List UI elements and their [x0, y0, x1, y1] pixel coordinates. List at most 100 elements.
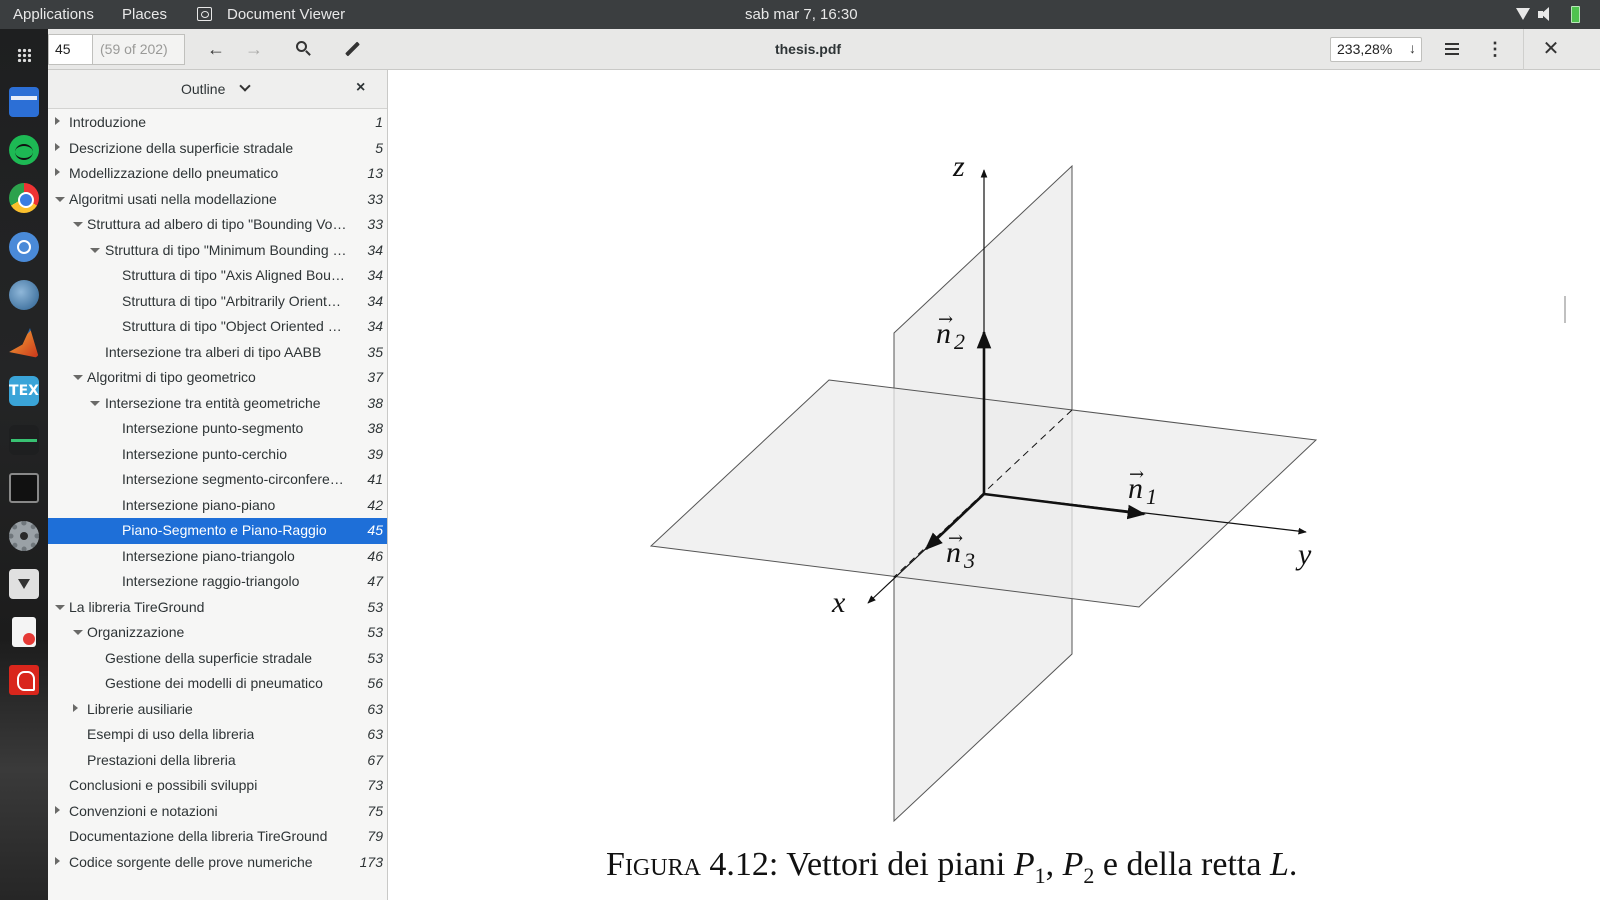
- y-axis-label: y: [1295, 538, 1312, 571]
- menu-icon[interactable]: [1440, 37, 1464, 61]
- outline-item[interactable]: Gestione dei modelli di pneumatico 56: [48, 671, 387, 697]
- outline-item[interactable]: Documentazione della libreria TireGround…: [48, 824, 387, 850]
- chrome-icon[interactable]: [9, 183, 39, 213]
- outline-item[interactable]: La libreria TireGround 53: [48, 595, 387, 621]
- sidebar-close-icon[interactable]: ×: [356, 79, 365, 97]
- outline-item[interactable]: Librerie ausiliarie 63: [48, 697, 387, 723]
- outline-item-page: 39: [367, 445, 383, 462]
- outline-item[interactable]: Intersezione tra entità geometriche 38: [48, 391, 387, 417]
- expander-collapsed-icon[interactable]: [73, 703, 78, 712]
- outline-item[interactable]: Esempi di uso della libreria 63: [48, 722, 387, 748]
- outline-item-page: 75: [367, 802, 383, 819]
- files-icon[interactable]: [9, 87, 39, 117]
- applications-menu[interactable]: Applications: [13, 6, 94, 23]
- expander-collapsed-icon[interactable]: [55, 142, 60, 151]
- spotify-icon[interactable]: [9, 135, 39, 165]
- outline-item[interactable]: Algoritmi di tipo geometrico 37: [48, 365, 387, 391]
- expander-collapsed-icon[interactable]: [55, 117, 60, 125]
- expander-expanded-icon[interactable]: [73, 375, 83, 380]
- back-icon[interactable]: ←: [204, 37, 228, 61]
- battery-icon[interactable]: [1571, 6, 1580, 23]
- outline-item[interactable]: Intersezione punto-cerchio 39: [48, 442, 387, 468]
- document-viewer-dock-icon[interactable]: [12, 617, 36, 647]
- outline-item[interactable]: Piano-Segmento e Piano-Raggio 45: [48, 518, 387, 544]
- scroll-indicator[interactable]: [1564, 296, 1566, 323]
- page-count-label: (59 of 202): [93, 34, 185, 65]
- places-menu[interactable]: Places: [122, 6, 167, 23]
- figure-3d-planes: z y x → n 2 → n 1 → n 3: [649, 150, 1318, 823]
- outline-item-page: 79: [367, 828, 383, 844]
- outline-item[interactable]: Struttura di tipo "Axis Aligned Bou… 34: [48, 263, 387, 289]
- acrobat-icon[interactable]: [9, 665, 39, 695]
- outline-item[interactable]: Intersezione piano-triangolo 46: [48, 544, 387, 570]
- outline-item-label: Piano-Segmento e Piano-Raggio: [122, 522, 327, 538]
- expander-collapsed-icon[interactable]: [55, 856, 60, 865]
- n2-base: n: [936, 317, 951, 350]
- outline-item[interactable]: Intersezione punto-segmento 38: [48, 416, 387, 442]
- volume-icon[interactable]: [1538, 7, 1554, 22]
- matlab-icon[interactable]: [9, 328, 39, 358]
- settings-icon[interactable]: [9, 521, 39, 551]
- chromium-icon[interactable]: [9, 232, 39, 262]
- outline-item-page: 173: [359, 853, 383, 870]
- outline-item[interactable]: Struttura di tipo "Arbitrarily Oriente… 3…: [48, 289, 387, 315]
- app-menu[interactable]: Document Viewer: [227, 6, 345, 23]
- outline-item[interactable]: Prestazioni della libreria 67: [48, 748, 387, 774]
- outline-item[interactable]: Algoritmi usati nella modellazione 33: [48, 187, 387, 213]
- expander-collapsed-icon[interactable]: [55, 805, 60, 814]
- outline-item[interactable]: Modellizzazione dello pneumatico 13: [48, 161, 387, 187]
- outline-item-label: Intersezione punto-segmento: [122, 420, 304, 436]
- outline-item[interactable]: Gestione della superficie stradale 53: [48, 646, 387, 672]
- more-icon[interactable]: ⋮: [1483, 37, 1507, 61]
- outline-item[interactable]: Struttura di tipo "Minimum Bounding … 34: [48, 238, 387, 264]
- outline-item[interactable]: Intersezione tra alberi di tipo AABB 35: [48, 340, 387, 366]
- outline-item[interactable]: Struttura di tipo "Object Oriented … 34: [48, 314, 387, 340]
- forward-icon[interactable]: →: [242, 37, 266, 61]
- search-icon[interactable]: [291, 37, 315, 61]
- outline-item-page: 34: [367, 292, 383, 309]
- expander-expanded-icon[interactable]: [55, 196, 65, 202]
- outline-item[interactable]: Intersezione segmento-circonfere… 41: [48, 467, 387, 493]
- annotate-icon[interactable]: [340, 37, 364, 61]
- document-title: thesis.pdf: [774, 41, 842, 57]
- caption-p1-sub: 1: [1034, 862, 1046, 888]
- texstudio-icon[interactable]: TEX: [9, 376, 39, 406]
- clock[interactable]: sab mar 7, 16:30: [745, 6, 858, 23]
- zoom-value: 233,28%: [1337, 41, 1393, 57]
- expander-expanded-icon[interactable]: [73, 630, 83, 635]
- outline-item[interactable]: Codice sorgente delle prove numeriche 173: [48, 850, 387, 876]
- outline-item-page: 38: [367, 394, 383, 411]
- z-axis-label: z: [952, 150, 965, 183]
- expander-expanded-icon[interactable]: [73, 222, 83, 227]
- chevron-down-icon[interactable]: [239, 80, 251, 92]
- expander-expanded-icon[interactable]: [90, 400, 100, 406]
- zoom-select[interactable]: 233,28% ↓: [1330, 37, 1422, 62]
- outline-item-page: 53: [367, 624, 383, 640]
- software-install-icon[interactable]: [9, 569, 39, 599]
- page-number-input[interactable]: 45: [48, 34, 93, 65]
- outline-item[interactable]: Struttura ad albero di tipo "Bounding Vo…: [48, 212, 387, 238]
- app-grid-icon[interactable]: [17, 48, 31, 62]
- outline-item-label: Gestione dei modelli di pneumatico: [105, 675, 323, 691]
- outline-item[interactable]: Convenzioni e notazioni 75: [48, 799, 387, 825]
- outline-item-label: Convenzioni e notazioni: [69, 802, 218, 819]
- outline-item[interactable]: Intersezione piano-piano 42: [48, 493, 387, 519]
- terminal-icon[interactable]: [9, 473, 39, 503]
- system-monitor-icon[interactable]: [9, 425, 39, 455]
- outline-item[interactable]: Organizzazione 53: [48, 620, 387, 646]
- outline-item-label: Intersezione tra entità geometriche: [105, 394, 321, 411]
- caption-p2: P: [1062, 846, 1084, 883]
- document-view[interactable]: z y x → n 2 → n 1 → n 3 Figura 4.12: Vet…: [388, 70, 1600, 900]
- expander-expanded-icon[interactable]: [90, 247, 100, 253]
- outline-selector[interactable]: Outline: [181, 81, 225, 97]
- outline-item[interactable]: Intersezione raggio-triangolo 47: [48, 569, 387, 595]
- wifi-icon[interactable]: [1516, 8, 1530, 20]
- expander-collapsed-icon[interactable]: [55, 168, 60, 176]
- close-icon[interactable]: ✕: [1539, 37, 1563, 61]
- outline-item[interactable]: Conclusioni e possibili sviluppi 73: [48, 773, 387, 799]
- thunderbird-icon[interactable]: [9, 280, 39, 310]
- outline-item[interactable]: Descrizione della superficie stradale 5: [48, 136, 387, 162]
- outline-item-label: La libreria TireGround: [69, 598, 205, 615]
- expander-expanded-icon[interactable]: [55, 604, 65, 610]
- outline-item[interactable]: Introduzione 1: [48, 110, 387, 136]
